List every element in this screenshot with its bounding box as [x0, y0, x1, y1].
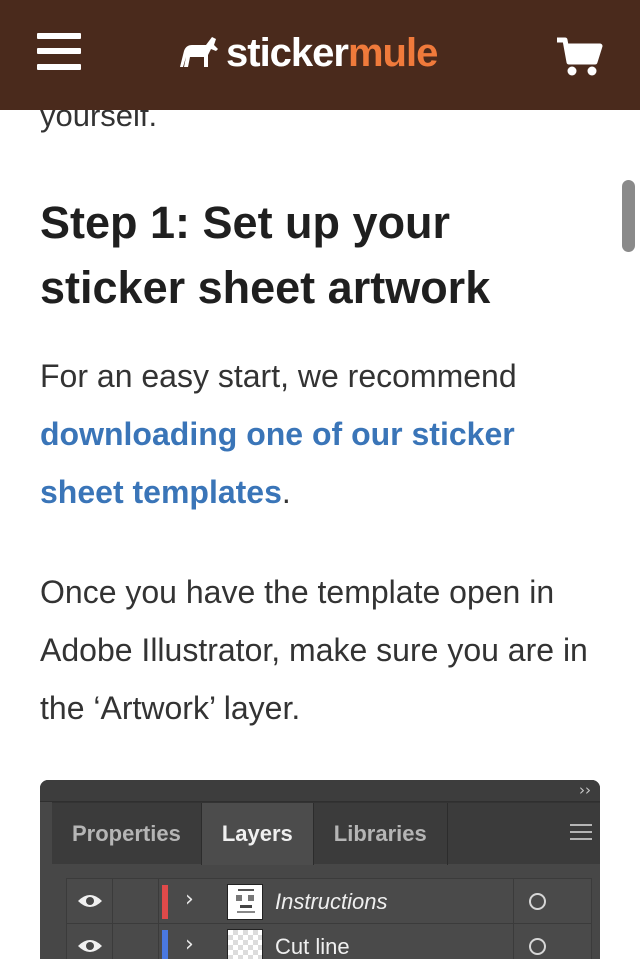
eye-icon: [78, 895, 102, 907]
intro-paragraph: For an easy start, we recommend download…: [40, 347, 600, 521]
logo-text-mule: mule: [347, 31, 438, 75]
layer-color-red: [162, 885, 168, 919]
layer-thumbnail: [227, 884, 263, 920]
logo-text-sticker: sticker: [226, 31, 349, 75]
layer-color-blue: [162, 930, 168, 959]
layer-row-instructions: › Instructions: [66, 878, 592, 925]
templates-download-link[interactable]: downloading one of our sticker sheet tem…: [40, 416, 515, 510]
cart-icon[interactable]: [555, 36, 603, 83]
target-circle-icon: [529, 938, 546, 955]
logo-wordmark: stickermule: [226, 28, 438, 78]
hamburger-menu-icon[interactable]: [37, 32, 81, 72]
mule-logo-icon: [180, 37, 218, 67]
layers-list: › Instructions › Cut line: [66, 878, 592, 959]
collapse-panel-icon: ››: [579, 781, 591, 799]
chevron-right-icon: ›: [185, 887, 194, 912]
target-circle-icon: [529, 893, 546, 910]
eye-icon: [78, 940, 102, 952]
tab-libraries: Libraries: [314, 803, 448, 865]
intro-text: For an easy start, we recommend: [40, 358, 517, 394]
chevron-right-icon: ›: [185, 932, 194, 957]
layer-name-cut-line: Cut line: [275, 934, 350, 959]
instruction-paragraph: Once you have the template open in Adobe…: [40, 574, 588, 726]
target-divider: [513, 924, 514, 959]
target-divider: [513, 879, 514, 925]
layer-thumbnail: [227, 929, 263, 959]
intro-period: .: [281, 474, 291, 510]
lock-cell: [113, 879, 159, 925]
panel-title-bar: ››: [40, 780, 600, 802]
tab-layers: Layers: [201, 803, 314, 865]
lock-cell: [113, 924, 159, 959]
stickermule-logo[interactable]: stickermule: [178, 28, 438, 78]
layer-name-instructions: Instructions: [275, 889, 388, 914]
step-1-heading: Step 1: Set up your sticker sheet artwor…: [40, 197, 491, 313]
panel-menu-icon: [570, 824, 592, 842]
page-scrollbar[interactable]: [622, 180, 635, 252]
panel-tabs: Properties Layers Libraries: [52, 802, 600, 865]
tab-properties: Properties: [52, 803, 202, 865]
layer-row-cut-line: › Cut line: [66, 924, 592, 959]
illustrator-layers-panel-image: ›› Properties Layers Libraries › Instruc…: [40, 780, 600, 959]
site-header: stickermule: [0, 0, 640, 110]
